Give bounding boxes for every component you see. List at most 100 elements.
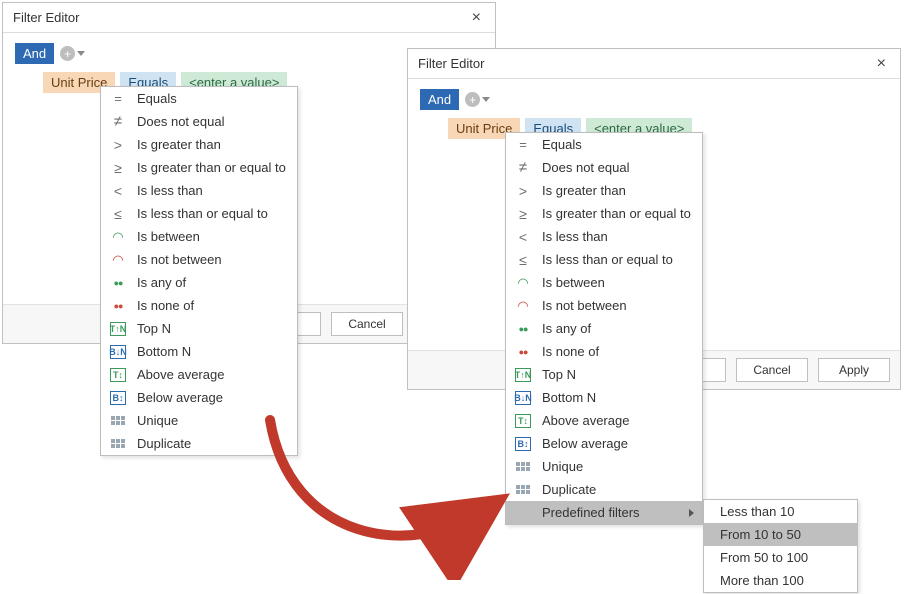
predefined-submenu[interactable]: Less than 10From 10 to 50From 50 to 100M… — [703, 499, 858, 593]
operator-item-between[interactable]: ◠ Is between — [506, 271, 702, 294]
operator-item-bottom-n[interactable]: B↓N Bottom N — [101, 340, 297, 363]
operator-item-duplicate[interactable]: Duplicate — [101, 432, 297, 455]
operator-label: Is between — [542, 275, 605, 290]
not-equal-icon: ≠ — [109, 114, 127, 130]
below-avg-icon: B↕ — [109, 390, 127, 406]
operator-item-any-of[interactable]: ●●Is any of — [101, 271, 297, 294]
operator-item-equals[interactable]: =Equals — [506, 133, 702, 156]
operator-item-any-of[interactable]: ●●Is any of — [506, 317, 702, 340]
gt-icon: > — [514, 183, 532, 199]
close-icon[interactable]: × — [871, 54, 892, 74]
between-icon: ◠ — [109, 229, 127, 245]
add-condition-button[interactable]: + — [60, 46, 85, 61]
apply-button[interactable]: Apply — [818, 358, 890, 382]
close-icon[interactable]: × — [466, 8, 487, 28]
operator-item-predefined[interactable]: Predefined filters — [506, 501, 702, 524]
any-of-icon: ●● — [514, 321, 532, 337]
duplicate-icon — [514, 482, 532, 498]
group-operator-and[interactable]: And — [420, 89, 459, 110]
dialog-title: Filter Editor — [418, 56, 484, 71]
operator-item-lte[interactable]: ≤Is less than or equal to — [101, 202, 297, 225]
predefined-item-gt100[interactable]: More than 100 — [704, 569, 857, 592]
operator-dropdown-right[interactable]: =Equals≠Does not equal>Is greater than ≥ I… — [505, 132, 703, 525]
bottom-n-icon: B↓N — [109, 344, 127, 360]
equals-icon: = — [514, 137, 532, 153]
operator-item-not-between[interactable]: ◠Is not between — [506, 294, 702, 317]
submenu-arrow-icon — [689, 509, 694, 517]
operator-label: Is greater than — [137, 137, 221, 152]
operator-item-not-equal[interactable]: ≠Does not equal — [506, 156, 702, 179]
operator-item-not-between[interactable]: ◠Is not between — [101, 248, 297, 271]
gte-icon: ≥ — [109, 160, 127, 176]
operator-label: Top N — [542, 367, 576, 382]
operator-label: Is greater than or equal to — [137, 160, 286, 175]
operator-label: Bottom N — [542, 390, 596, 405]
operator-item-lt[interactable]: < Is less than — [506, 225, 702, 248]
any-of-icon: ●● — [109, 275, 127, 291]
operator-item-unique[interactable]: Unique — [506, 455, 702, 478]
above-avg-icon: T↕ — [109, 367, 127, 383]
operator-item-lte[interactable]: ≤Is less than or equal to — [506, 248, 702, 271]
operator-item-above-avg[interactable]: T↕ Above average — [101, 363, 297, 386]
operator-item-top-n[interactable]: T↑N Top N — [506, 363, 702, 386]
operator-item-gt[interactable]: >Is greater than — [506, 179, 702, 202]
cancel-button[interactable]: Cancel — [331, 312, 403, 336]
above-avg-icon: T↕ — [514, 413, 532, 429]
operator-item-bottom-n[interactable]: B↓N Bottom N — [506, 386, 702, 409]
operator-item-none-of[interactable]: ●●Is none of — [101, 294, 297, 317]
group-operator-and[interactable]: And — [15, 43, 54, 64]
operator-item-between[interactable]: ◠ Is between — [101, 225, 297, 248]
dialog-title: Filter Editor — [13, 10, 79, 25]
predefined-item-50100[interactable]: From 50 to 100 — [704, 546, 857, 569]
duplicate-icon — [109, 436, 127, 452]
none-of-icon: ●● — [514, 344, 532, 360]
operator-label: Is greater than or equal to — [542, 206, 691, 221]
operator-item-below-avg[interactable]: B↕ Below average — [101, 386, 297, 409]
predefined-item-lt10[interactable]: Less than 10 — [704, 500, 857, 523]
operator-label: Does not equal — [137, 114, 224, 129]
gte-icon: ≥ — [514, 206, 532, 222]
lte-icon: ≤ — [514, 252, 532, 268]
operator-label: Equals — [137, 91, 177, 106]
operator-label: Is none of — [542, 344, 599, 359]
bottom-n-icon: B↓N — [514, 390, 532, 406]
operator-item-gte[interactable]: ≥ Is greater than or equal to — [101, 156, 297, 179]
gt-icon: > — [109, 137, 127, 153]
operator-label: Predefined filters — [542, 505, 640, 520]
operator-label: Is less than — [542, 229, 608, 244]
operator-item-not-equal[interactable]: ≠ Does not equal — [101, 110, 297, 133]
operator-item-duplicate[interactable]: Duplicate — [506, 478, 702, 501]
operator-label: Bottom N — [137, 344, 191, 359]
operator-item-unique[interactable]: Unique — [101, 409, 297, 432]
operator-dropdown-left[interactable]: = Equals ≠ Does not equal > Is greater than ≥ I… — [100, 86, 298, 456]
operator-label: Top N — [137, 321, 171, 336]
plus-icon: + — [465, 92, 480, 107]
operator-label: Is not between — [137, 252, 222, 267]
operator-label: Below average — [542, 436, 628, 451]
operator-label: Above average — [542, 413, 629, 428]
top-n-icon: T↑N — [514, 367, 532, 383]
equals-icon: = — [109, 91, 127, 107]
operator-label: Is between — [137, 229, 200, 244]
operator-item-above-avg[interactable]: T↕ Above average — [506, 409, 702, 432]
cancel-button[interactable]: Cancel — [736, 358, 808, 382]
operator-item-gte[interactable]: ≥ Is greater than or equal to — [506, 202, 702, 225]
lt-icon: < — [514, 229, 532, 245]
between-icon: ◠ — [514, 275, 532, 291]
operator-item-top-n[interactable]: T↑N Top N — [101, 317, 297, 340]
predefined-item-1050[interactable]: From 10 to 50 — [704, 523, 857, 546]
operator-label: Above average — [137, 367, 224, 382]
below-avg-icon: B↕ — [514, 436, 532, 452]
lte-icon: ≤ — [109, 206, 127, 222]
operator-label: Below average — [137, 390, 223, 405]
caret-down-icon — [77, 51, 85, 56]
operator-item-lt[interactable]: <Is less than — [101, 179, 297, 202]
unique-icon — [514, 459, 532, 475]
operator-item-gt[interactable]: > Is greater than — [101, 133, 297, 156]
top-n-icon: T↑N — [109, 321, 127, 337]
add-condition-button[interactable]: + — [465, 92, 490, 107]
operator-item-below-avg[interactable]: B↕ Below average — [506, 432, 702, 455]
operator-item-none-of[interactable]: ●● Is none of — [506, 340, 702, 363]
caret-down-icon — [482, 97, 490, 102]
operator-item-equals[interactable]: = Equals — [101, 87, 297, 110]
